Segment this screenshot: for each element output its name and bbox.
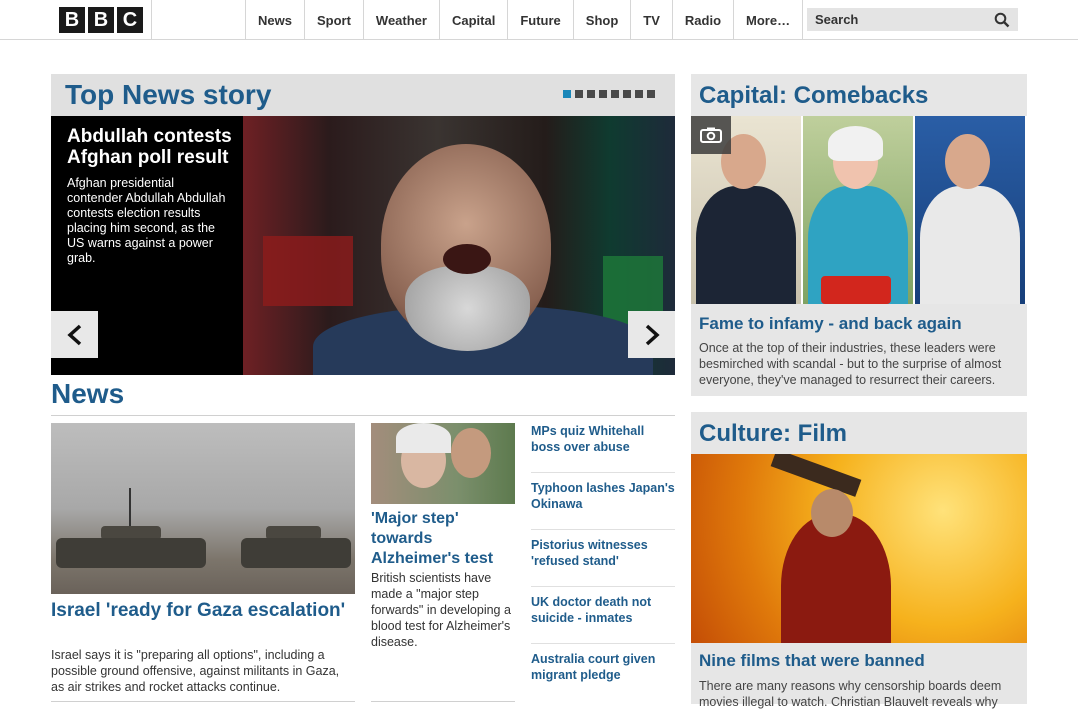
- top-story-photo[interactable]: [243, 116, 675, 375]
- nav-tv[interactable]: TV: [630, 0, 672, 40]
- lead-story-image[interactable]: [51, 423, 355, 594]
- culture-title[interactable]: Nine films that were banned: [699, 651, 925, 671]
- carousel-dot[interactable]: [587, 90, 595, 98]
- second-story-title[interactable]: 'Major step' towards Alzheimer's test: [371, 509, 515, 569]
- top-story-header: Top News story: [51, 74, 675, 116]
- search-input[interactable]: [815, 12, 985, 27]
- photo-shape: [405, 266, 530, 351]
- culture-card: Culture: Film Nine films that were banne…: [691, 412, 1027, 709]
- logo-letter-1: B: [59, 7, 85, 33]
- culture-image[interactable]: [691, 454, 1027, 643]
- top-navigation-bar: B B C News Sport Weather Capital Future …: [0, 0, 1078, 40]
- lead-story-title[interactable]: Israel 'ready for Gaza escalation': [51, 599, 355, 623]
- carousel-dot[interactable]: [563, 90, 571, 98]
- photo-shape: [443, 244, 491, 274]
- top-story-summary: Afghan presidential contender Abdullah A…: [67, 176, 226, 265]
- photo-shape: [396, 423, 451, 453]
- nav-radio[interactable]: Radio: [671, 0, 733, 40]
- news-heading[interactable]: News: [51, 378, 675, 410]
- carousel-dot[interactable]: [611, 90, 619, 98]
- capital-summary: Once at the top of their industries, the…: [699, 341, 1002, 387]
- logo-divider: [151, 0, 152, 40]
- news-section-header: News: [51, 378, 675, 416]
- capital-image[interactable]: [691, 116, 1027, 304]
- photo-shape: [56, 538, 206, 568]
- photo-shape: [828, 126, 883, 161]
- photo-shape: [821, 276, 891, 304]
- nav-weather[interactable]: Weather: [362, 0, 439, 40]
- second-story-summary: British scientists have made a "major st…: [371, 571, 511, 649]
- headline-link[interactable]: Australia court given migrant pledge: [531, 644, 675, 701]
- capital-title[interactable]: Fame to infamy - and back again: [699, 314, 962, 334]
- photo-shape: [770, 454, 862, 497]
- bbc-logo[interactable]: B B C: [59, 7, 143, 33]
- divider: [51, 701, 355, 702]
- headline-link[interactable]: Typhoon lashes Japan's Okinawa: [531, 473, 675, 530]
- top-story-heading: Top News story: [65, 79, 272, 110]
- carousel-dot[interactable]: [647, 90, 655, 98]
- carousel-dot[interactable]: [575, 90, 583, 98]
- photo-panel: [803, 116, 915, 304]
- second-story-image[interactable]: [371, 423, 515, 504]
- divider: [371, 701, 515, 702]
- carousel-next-button[interactable]: [628, 311, 675, 358]
- carousel-prev-button[interactable]: [51, 311, 98, 358]
- photo-panel: [915, 116, 1027, 304]
- nav-shop[interactable]: Shop: [572, 0, 631, 40]
- photo-shape: [811, 489, 853, 537]
- carousel-dot[interactable]: [635, 90, 643, 98]
- nav-sport[interactable]: Sport: [303, 0, 363, 40]
- headline-list: MPs quiz Whitehall boss over abuse Typho…: [531, 416, 675, 701]
- headline-link[interactable]: MPs quiz Whitehall boss over abuse: [531, 416, 675, 473]
- nav-capital[interactable]: Capital: [438, 0, 507, 40]
- photo-shape: [129, 488, 131, 528]
- carousel-dots: [563, 90, 655, 98]
- search-icon[interactable]: [994, 12, 1010, 28]
- photo-shape: [241, 538, 351, 568]
- top-story-carousel[interactable]: Abdullah contests Afghan poll result Afg…: [51, 116, 675, 375]
- nav-more[interactable]: More…: [733, 0, 804, 40]
- carousel-dot[interactable]: [623, 90, 631, 98]
- photo-shape: [696, 186, 796, 304]
- headline-link[interactable]: Pistorius witnesses 'refused stand': [531, 530, 675, 587]
- top-story-title[interactable]: Abdullah contests Afghan poll result: [67, 126, 232, 168]
- photo-shape: [945, 134, 990, 189]
- capital-heading[interactable]: Capital: Comebacks: [691, 74, 1027, 116]
- chevron-left-icon: [66, 324, 81, 345]
- flag-shape: [263, 236, 353, 306]
- search-box: [807, 8, 1018, 31]
- main-nav: News Sport Weather Capital Future Shop T…: [245, 0, 804, 40]
- culture-heading[interactable]: Culture: Film: [691, 412, 1027, 454]
- photo-shape: [920, 186, 1020, 304]
- logo-letter-2: B: [88, 7, 114, 33]
- capital-card: Capital: Comebacks Fame to infamy - and …: [691, 74, 1027, 396]
- nav-future[interactable]: Future: [507, 0, 572, 40]
- photo-shape: [451, 428, 491, 478]
- lead-story-summary: Israel says it is "preparing all options…: [51, 648, 340, 694]
- camera-icon: [691, 116, 731, 154]
- logo-letter-3: C: [117, 7, 143, 33]
- culture-summary: There are many reasons why censorship bo…: [699, 679, 1002, 709]
- top-story-copy: Abdullah contests Afghan poll result Afg…: [67, 126, 232, 266]
- chevron-right-icon: [645, 324, 660, 345]
- carousel-dot[interactable]: [599, 90, 607, 98]
- headline-link[interactable]: UK doctor death not suicide - inmates: [531, 587, 675, 644]
- nav-news[interactable]: News: [245, 0, 304, 40]
